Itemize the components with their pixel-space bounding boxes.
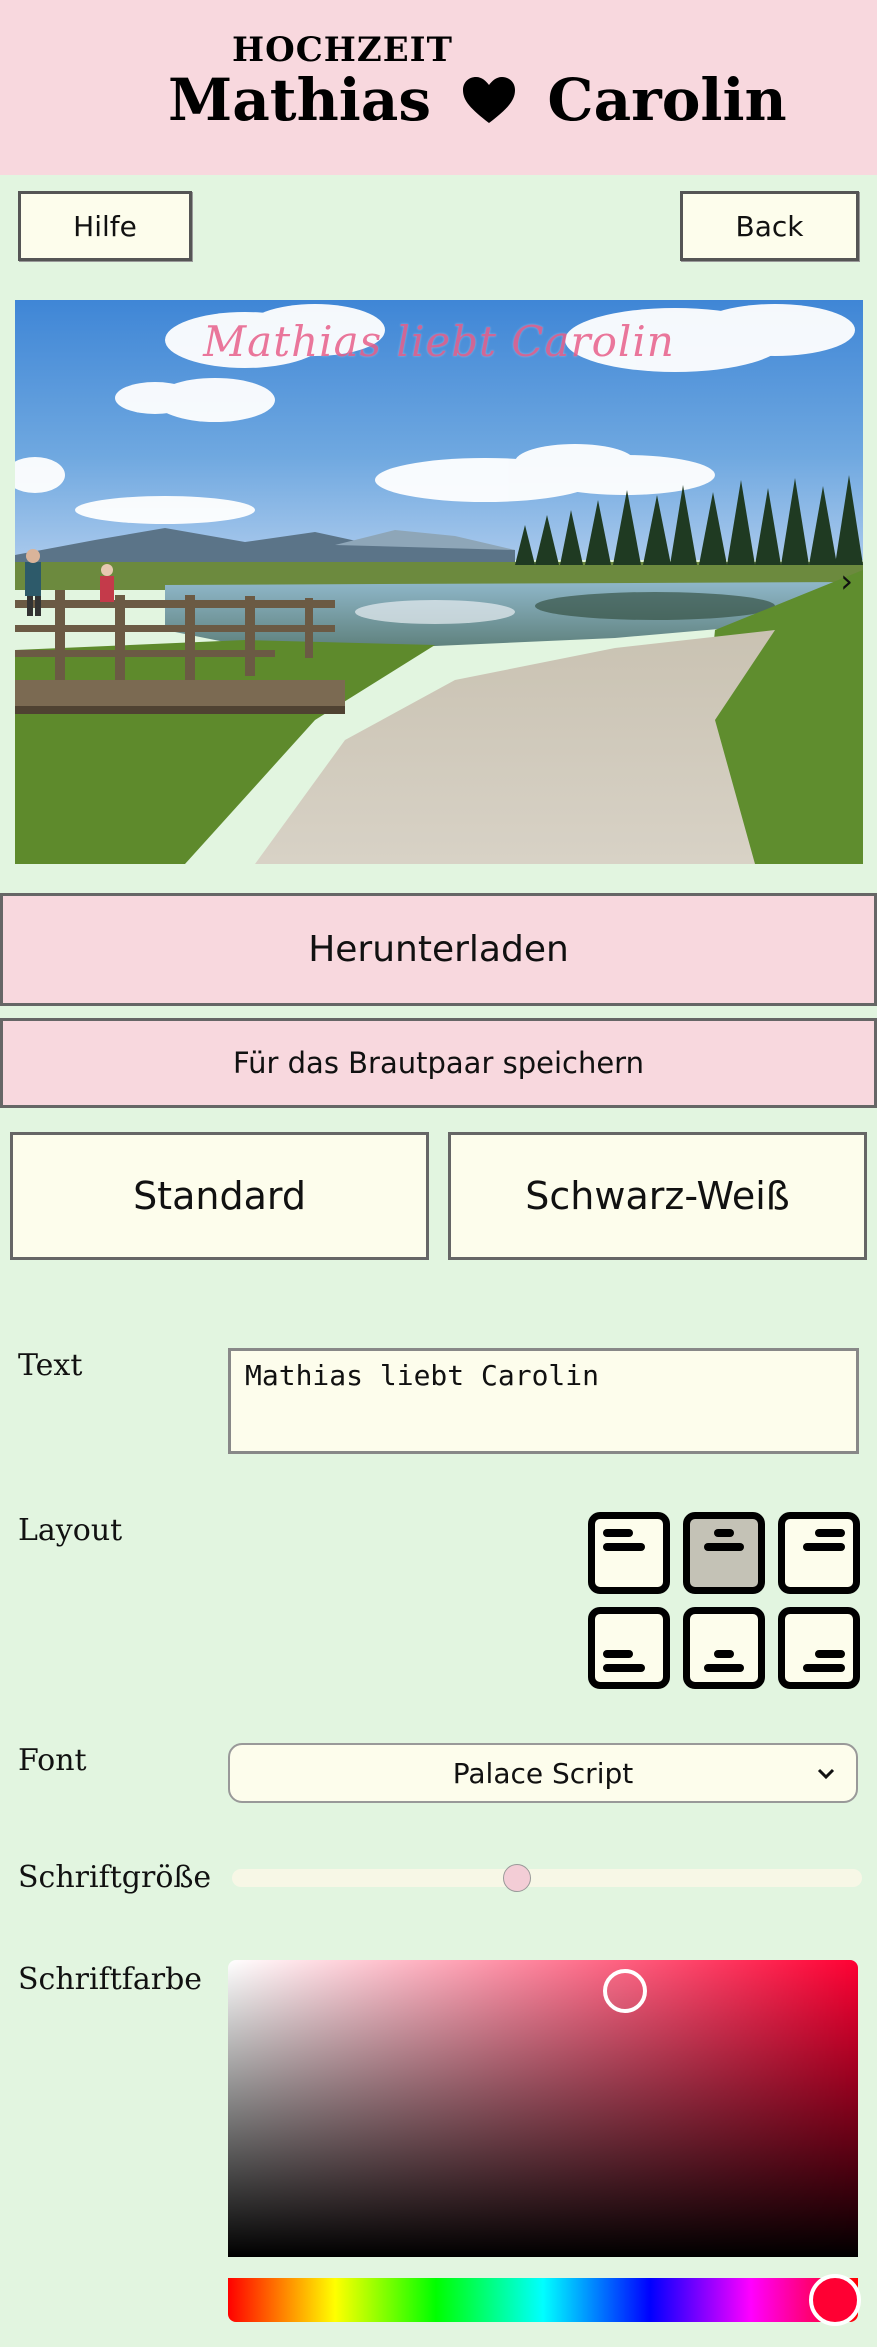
hue-slider-thumb[interactable] — [809, 2274, 861, 2326]
layout-bottom-right-button[interactable] — [778, 1607, 860, 1689]
layout-top-left-button[interactable] — [588, 1512, 670, 1594]
layout-bottom-center-button[interactable] — [683, 1607, 765, 1689]
chevron-right-icon[interactable]: › — [840, 562, 853, 600]
couple-names: Mathias Carolin — [168, 60, 787, 145]
photo-overlay-text: Mathias liebt Carolin — [203, 317, 675, 366]
photo-preview: Mathias liebt Carolin › — [15, 300, 863, 864]
layout-top-right-button[interactable] — [778, 1512, 860, 1594]
back-button[interactable]: Back — [680, 191, 859, 261]
standard-filter-button[interactable]: Standard — [10, 1132, 429, 1260]
layout-top-center-button[interactable] — [683, 1512, 765, 1594]
font-select-value: Palace Script — [452, 1756, 634, 1790]
name-right: Carolin — [547, 66, 787, 134]
page-header: HOCHZEIT Mathias Carolin — [0, 0, 877, 175]
save-for-couple-button[interactable]: Für das Brautpaar speichern — [0, 1018, 877, 1108]
color-picker-area[interactable] — [228, 1960, 858, 2257]
hue-slider[interactable] — [228, 2278, 858, 2322]
download-button[interactable]: Herunterladen — [0, 893, 877, 1006]
font-size-slider-thumb[interactable] — [502, 1864, 531, 1892]
layout-bottom-left-button[interactable] — [588, 1607, 670, 1689]
font-color-label: Schriftfarbe — [18, 1962, 203, 1997]
layout-selector — [588, 1512, 860, 1690]
bw-filter-button[interactable]: Schwarz-Weiß — [448, 1132, 867, 1260]
help-button[interactable]: Hilfe — [18, 191, 192, 261]
landscape-photo — [15, 300, 863, 864]
font-size-label: Schriftgröße — [18, 1860, 212, 1895]
font-select[interactable]: Palace Script — [228, 1743, 858, 1803]
layout-label: Layout — [18, 1513, 123, 1548]
font-size-slider[interactable] — [232, 1869, 862, 1887]
heart-icon — [461, 65, 517, 145]
overlay-text-input[interactable]: Mathias liebt Carolin — [228, 1348, 859, 1454]
font-label: Font — [18, 1743, 87, 1778]
name-left: Mathias — [168, 66, 432, 134]
text-label: Text — [18, 1348, 83, 1383]
chevron-down-icon — [814, 1759, 838, 1792]
color-picker-handle[interactable] — [603, 1969, 647, 2013]
